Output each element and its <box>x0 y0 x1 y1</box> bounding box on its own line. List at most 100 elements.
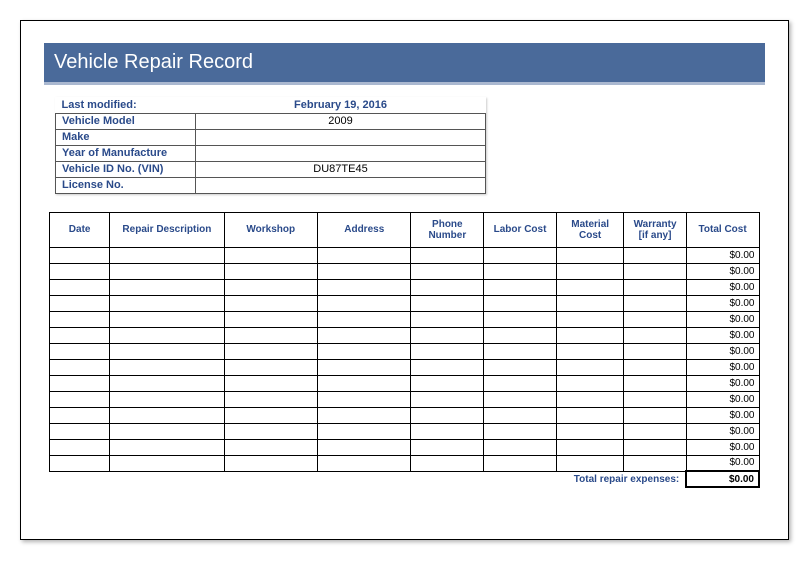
cell-material[interactable] <box>556 247 624 263</box>
cell-warranty[interactable] <box>624 359 686 375</box>
cell-warranty[interactable] <box>624 263 686 279</box>
cell-phone[interactable] <box>411 455 484 471</box>
cell-phone[interactable] <box>411 343 484 359</box>
cell-phone[interactable] <box>411 279 484 295</box>
cell-desc[interactable] <box>110 263 224 279</box>
cell-address[interactable] <box>318 343 411 359</box>
cell-desc[interactable] <box>110 295 224 311</box>
cell-warranty[interactable] <box>624 423 686 439</box>
cell-material[interactable] <box>556 343 624 359</box>
cell-date[interactable] <box>50 423 110 439</box>
cell-address[interactable] <box>318 327 411 343</box>
cell-date[interactable] <box>50 263 110 279</box>
cell-desc[interactable] <box>110 439 224 455</box>
cell-date[interactable] <box>50 247 110 263</box>
cell-labor[interactable] <box>484 279 557 295</box>
cell-workshop[interactable] <box>224 311 317 327</box>
cell-warranty[interactable] <box>624 279 686 295</box>
cell-labor[interactable] <box>484 375 557 391</box>
cell-address[interactable] <box>318 423 411 439</box>
cell-material[interactable] <box>556 375 624 391</box>
cell-address[interactable] <box>318 295 411 311</box>
cell-workshop[interactable] <box>224 279 317 295</box>
cell-date[interactable] <box>50 439 110 455</box>
cell-warranty[interactable] <box>624 439 686 455</box>
cell-phone[interactable] <box>411 375 484 391</box>
cell-desc[interactable] <box>110 247 224 263</box>
cell-date[interactable] <box>50 295 110 311</box>
cell-labor[interactable] <box>484 423 557 439</box>
cell-labor[interactable] <box>484 407 557 423</box>
cell-labor[interactable] <box>484 295 557 311</box>
cell-address[interactable] <box>318 375 411 391</box>
cell-material[interactable] <box>556 311 624 327</box>
cell-date[interactable] <box>50 311 110 327</box>
cell-material[interactable] <box>556 327 624 343</box>
cell-date[interactable] <box>50 279 110 295</box>
cell-material[interactable] <box>556 407 624 423</box>
cell-desc[interactable] <box>110 407 224 423</box>
cell-labor[interactable] <box>484 391 557 407</box>
cell-desc[interactable] <box>110 391 224 407</box>
cell-warranty[interactable] <box>624 247 686 263</box>
cell-address[interactable] <box>318 359 411 375</box>
cell-warranty[interactable] <box>624 391 686 407</box>
cell-address[interactable] <box>318 407 411 423</box>
cell-material[interactable] <box>556 279 624 295</box>
cell-labor[interactable] <box>484 327 557 343</box>
cell-warranty[interactable] <box>624 327 686 343</box>
cell-phone[interactable] <box>411 407 484 423</box>
cell-desc[interactable] <box>110 455 224 471</box>
cell-address[interactable] <box>318 247 411 263</box>
cell-labor[interactable] <box>484 343 557 359</box>
cell-labor[interactable] <box>484 439 557 455</box>
cell-labor[interactable] <box>484 311 557 327</box>
cell-workshop[interactable] <box>224 439 317 455</box>
cell-desc[interactable] <box>110 423 224 439</box>
cell-workshop[interactable] <box>224 375 317 391</box>
cell-desc[interactable] <box>110 359 224 375</box>
cell-material[interactable] <box>556 295 624 311</box>
cell-workshop[interactable] <box>224 423 317 439</box>
cell-phone[interactable] <box>411 311 484 327</box>
cell-date[interactable] <box>50 455 110 471</box>
make-value[interactable] <box>196 129 486 145</box>
cell-phone[interactable] <box>411 439 484 455</box>
cell-material[interactable] <box>556 423 624 439</box>
cell-warranty[interactable] <box>624 455 686 471</box>
cell-material[interactable] <box>556 391 624 407</box>
cell-desc[interactable] <box>110 311 224 327</box>
cell-date[interactable] <box>50 359 110 375</box>
cell-date[interactable] <box>50 391 110 407</box>
cell-phone[interactable] <box>411 391 484 407</box>
year-value[interactable] <box>196 145 486 161</box>
cell-workshop[interactable] <box>224 263 317 279</box>
cell-address[interactable] <box>318 391 411 407</box>
cell-workshop[interactable] <box>224 343 317 359</box>
cell-desc[interactable] <box>110 279 224 295</box>
cell-address[interactable] <box>318 263 411 279</box>
cell-phone[interactable] <box>411 263 484 279</box>
cell-workshop[interactable] <box>224 359 317 375</box>
cell-material[interactable] <box>556 263 624 279</box>
cell-labor[interactable] <box>484 263 557 279</box>
cell-labor[interactable] <box>484 247 557 263</box>
cell-address[interactable] <box>318 455 411 471</box>
vin-value[interactable]: DU87TE45 <box>196 161 486 177</box>
cell-date[interactable] <box>50 343 110 359</box>
cell-phone[interactable] <box>411 327 484 343</box>
cell-date[interactable] <box>50 327 110 343</box>
cell-labor[interactable] <box>484 455 557 471</box>
cell-warranty[interactable] <box>624 295 686 311</box>
cell-date[interactable] <box>50 375 110 391</box>
cell-phone[interactable] <box>411 247 484 263</box>
cell-address[interactable] <box>318 279 411 295</box>
cell-desc[interactable] <box>110 375 224 391</box>
cell-workshop[interactable] <box>224 247 317 263</box>
cell-phone[interactable] <box>411 359 484 375</box>
cell-workshop[interactable] <box>224 327 317 343</box>
cell-workshop[interactable] <box>224 295 317 311</box>
cell-address[interactable] <box>318 439 411 455</box>
cell-warranty[interactable] <box>624 311 686 327</box>
cell-address[interactable] <box>318 311 411 327</box>
